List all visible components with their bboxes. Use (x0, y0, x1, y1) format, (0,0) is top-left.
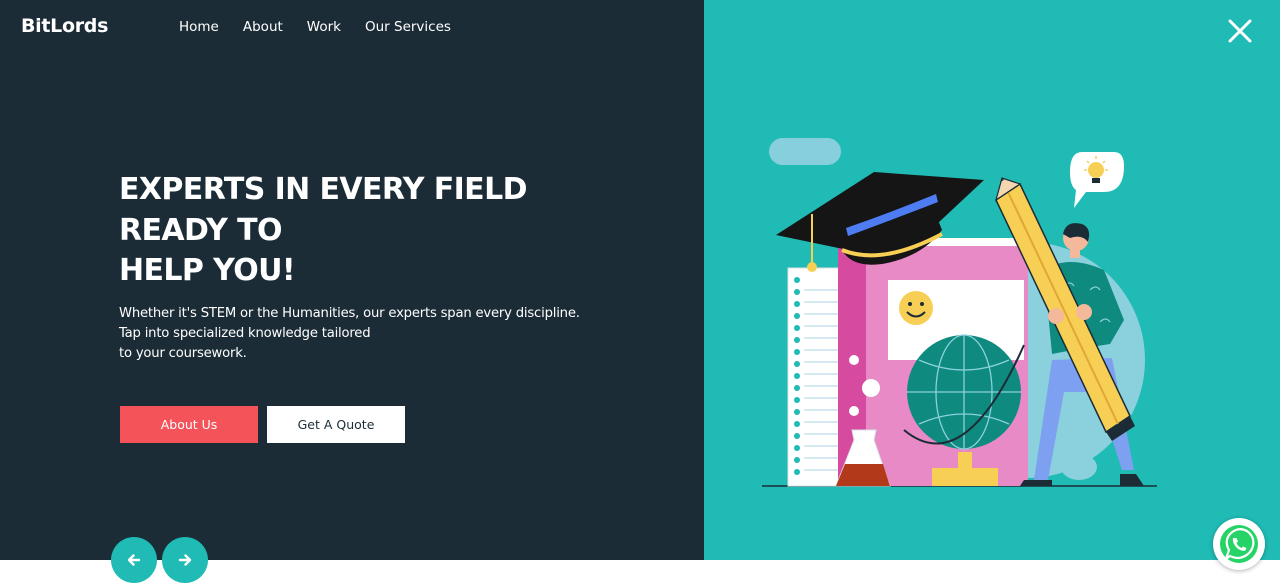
close-button[interactable] (1226, 17, 1254, 45)
arrow-right-icon (178, 554, 192, 566)
nav-item-our-services[interactable]: Our Services (365, 19, 451, 35)
cloud-shape (769, 138, 841, 165)
hero-description-line-3: to your coursework. (119, 346, 247, 361)
blob-shape (1061, 454, 1097, 480)
brand-logo[interactable]: BitLords (21, 15, 108, 37)
hero-description-line-1: Whether it's STEM or the Humanities, our… (119, 306, 580, 321)
main-nav: Home About Work Our Services (179, 19, 475, 35)
slider-prev-button[interactable] (111, 537, 157, 583)
hero-description-line-2: Tap into specialized knowledge tailored (119, 326, 371, 341)
notebook-illustration (787, 267, 841, 487)
lightbulb-icon (1070, 152, 1124, 208)
hero-title-line-1: EXPERTS IN EVERY FIELD (119, 172, 527, 207)
nav-item-home[interactable]: Home (179, 19, 219, 35)
close-icon (1228, 19, 1252, 43)
nav-item-about[interactable]: About (243, 19, 283, 35)
about-us-button[interactable]: About Us (120, 406, 258, 443)
smiley-icon (899, 291, 933, 325)
whatsapp-icon (1220, 525, 1258, 563)
get-a-quote-button[interactable]: Get A Quote (267, 406, 405, 443)
whatsapp-chat-button[interactable] (1213, 518, 1265, 570)
hero-title: EXPERTS IN EVERY FIELD READY TO HELP YOU… (119, 170, 589, 292)
slider-next-button[interactable] (162, 537, 208, 583)
education-illustration (762, 138, 1157, 487)
nav-item-work[interactable]: Work (307, 19, 341, 35)
arrow-left-icon (127, 554, 141, 566)
hero-title-line-3: HELP YOU! (119, 253, 296, 288)
hero-title-line-2: READY TO (119, 212, 282, 248)
hero-description: Whether it's STEM or the Humanities, our… (119, 304, 639, 364)
